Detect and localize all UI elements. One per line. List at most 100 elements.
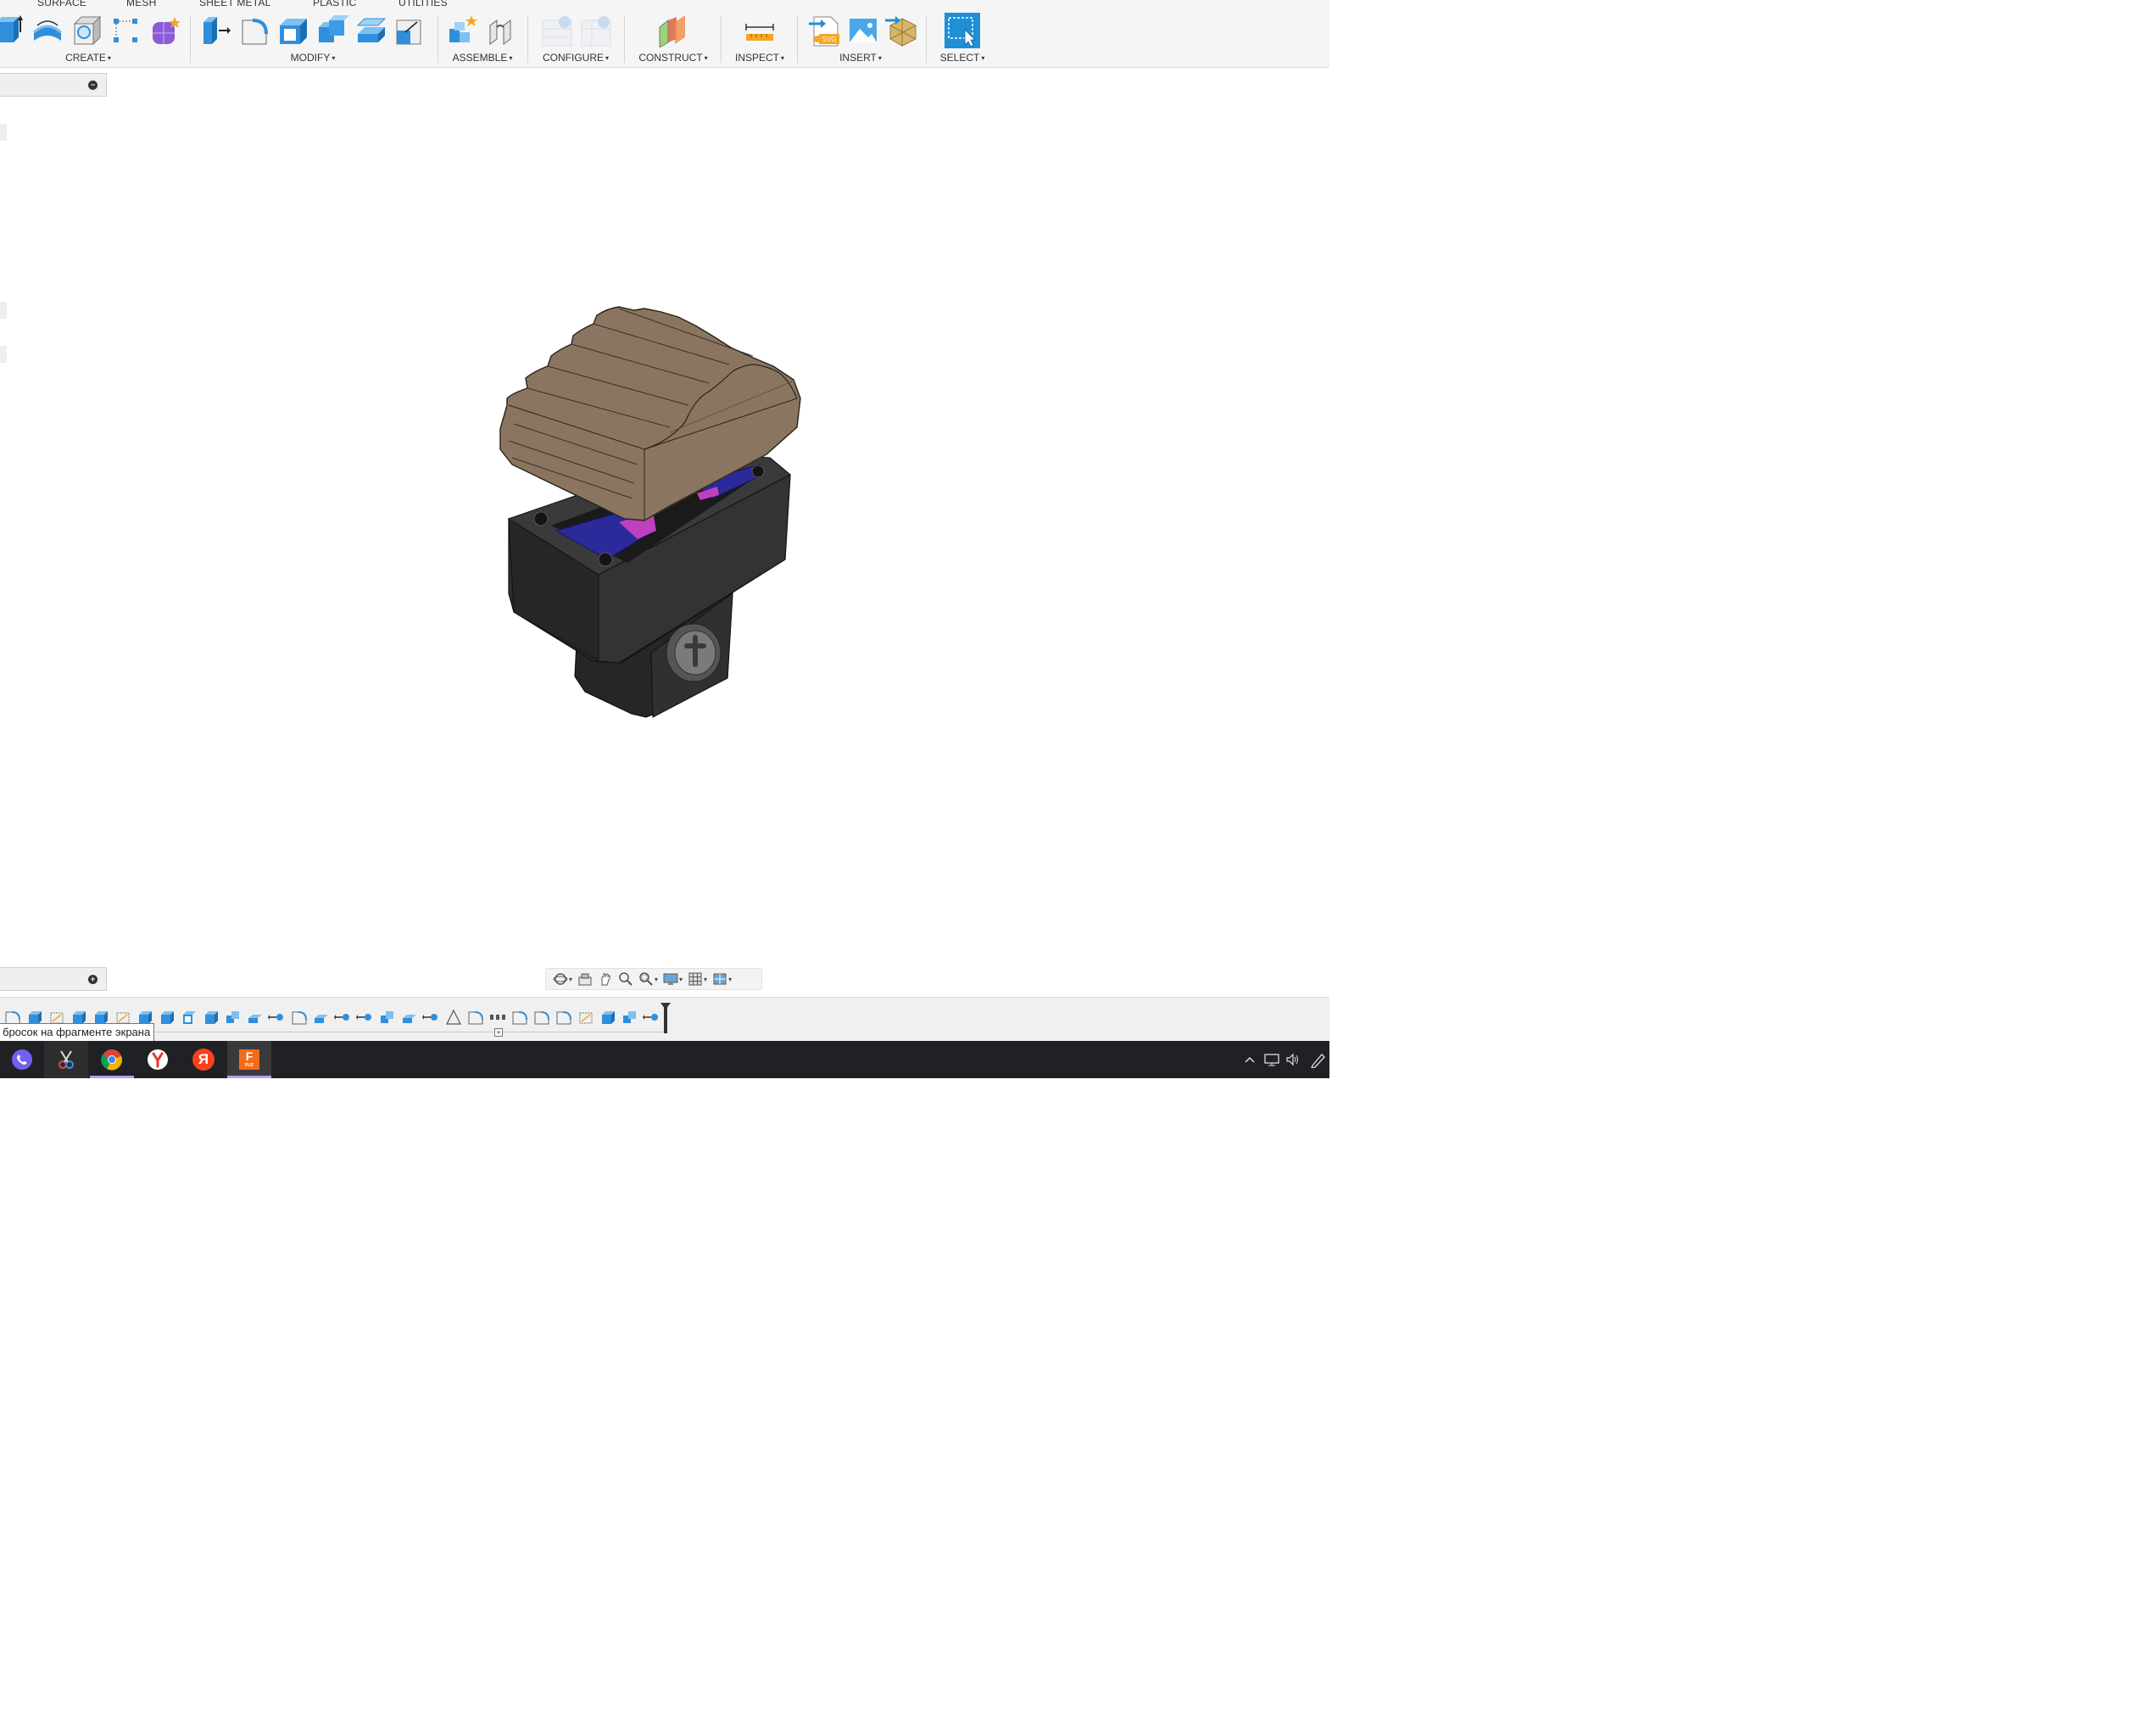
sketch-pattern-icon[interactable] — [109, 14, 142, 47]
configure-table-icon[interactable] — [541, 14, 575, 47]
combine-icon[interactable] — [315, 14, 349, 47]
joint-icon[interactable] — [485, 14, 519, 47]
timeline-combine-icon[interactable] — [621, 1008, 639, 1027]
select-menu[interactable]: SELECT ▾ — [934, 52, 990, 64]
measure-icon[interactable] — [743, 14, 777, 47]
active-app-underline — [90, 1076, 134, 1078]
tab-plastic[interactable]: PLASTIC — [313, 0, 356, 8]
inspect-menu[interactable]: INSPECT ▾ — [727, 52, 792, 64]
look-at-icon[interactable] — [576, 970, 594, 988]
revolve-icon[interactable] — [31, 14, 64, 47]
insert-mesh-icon[interactable] — [885, 14, 919, 47]
toolbar-divider — [797, 15, 798, 63]
timeline-pattern-icon[interactable] — [488, 1008, 507, 1027]
offset-plane-icon[interactable] — [656, 14, 690, 47]
toolbar-divider — [527, 15, 528, 63]
grid-settings-icon[interactable]: ▾ — [686, 970, 709, 988]
timeline-combine-icon[interactable] — [378, 1008, 397, 1027]
pan-icon[interactable] — [596, 970, 615, 988]
viber-icon[interactable] — [0, 1041, 44, 1078]
press-pull-icon[interactable] — [198, 14, 232, 47]
offset-face-icon[interactable] — [354, 14, 388, 47]
yandex-icon[interactable]: Я — [181, 1041, 226, 1078]
fillet-icon[interactable] — [237, 14, 271, 47]
yandex-browser-icon[interactable] — [136, 1041, 180, 1078]
tab-mesh[interactable]: MESH — [126, 0, 156, 8]
3d-viewport[interactable] — [0, 70, 1329, 993]
select-window-icon[interactable] — [945, 13, 980, 48]
configure-rule-icon[interactable] — [580, 14, 614, 47]
configure-group: CONFIGURE ▾ — [536, 12, 616, 66]
expand-panel-button[interactable]: + — [88, 975, 98, 984]
tray-overflow-icon[interactable] — [1243, 1051, 1257, 1068]
display-settings-icon[interactable]: ▾ — [661, 970, 684, 988]
timeline-marker[interactable] — [660, 1003, 671, 1033]
timeline-combine-icon[interactable] — [224, 1008, 242, 1027]
timeline-fillet-icon[interactable] — [555, 1008, 573, 1027]
timeline-fillet-icon[interactable] — [510, 1008, 529, 1027]
orbit-icon[interactable]: ▾ — [551, 970, 574, 988]
timeline-offset-icon[interactable] — [400, 1008, 419, 1027]
pen-icon[interactable] — [1309, 1051, 1328, 1068]
timeline-move-icon[interactable] — [268, 1008, 287, 1027]
timeline-move-icon[interactable] — [334, 1008, 353, 1027]
modify-menu[interactable]: MODIFY ▾ — [198, 52, 427, 64]
ribbon-toolbar: SURFACE MESH SHEET METAL PLASTIC UTILITI… — [0, 0, 1329, 68]
timeline-fillet-icon[interactable] — [466, 1008, 485, 1027]
timeline-draft-icon[interactable] — [444, 1008, 463, 1027]
timeline-offset-icon[interactable] — [246, 1008, 265, 1027]
tab-sheet-metal[interactable]: SHEET METAL — [199, 0, 270, 8]
assemble-group: ASSEMBLE ▾ — [444, 12, 521, 66]
insert-image-icon[interactable] — [846, 14, 880, 47]
create-menu[interactable]: CREATE ▾ — [0, 52, 185, 64]
toolbar-divider — [437, 15, 438, 63]
toolbar-divider — [926, 15, 927, 63]
timeline-shell-icon[interactable] — [180, 1008, 198, 1027]
timeline-move-icon[interactable] — [356, 1008, 375, 1027]
comments-panel-header[interactable]: + — [0, 967, 107, 991]
tab-utilities[interactable]: UTILITIES — [398, 0, 448, 8]
shell-icon[interactable] — [276, 14, 310, 47]
chrome-icon[interactable] — [90, 1041, 134, 1078]
fusion-360-icon[interactable]: F FUS — [227, 1041, 271, 1078]
insert-svg-icon[interactable]: SVG — [807, 14, 841, 47]
navigation-bar: ▾ ▾ ▾ ▾ ▾ — [545, 968, 762, 990]
zoom-icon[interactable] — [616, 970, 635, 988]
create-group: CREATE ▾ — [0, 12, 185, 66]
viewports-icon[interactable]: ▾ — [711, 970, 733, 988]
new-component-icon[interactable] — [446, 14, 480, 47]
toolbar-divider — [190, 15, 191, 63]
timeline-extrude-icon[interactable] — [202, 1008, 220, 1027]
fit-icon[interactable]: ▾ — [637, 970, 660, 988]
form-icon[interactable] — [148, 14, 181, 47]
insert-menu[interactable]: INSERT ▾ — [805, 52, 916, 64]
timeline-extrude-icon[interactable] — [158, 1008, 176, 1027]
timeline-fillet-icon[interactable] — [532, 1008, 551, 1027]
toolbar-divider — [721, 15, 722, 63]
timeline-move-icon[interactable] — [643, 1008, 661, 1027]
volume-icon[interactable] — [1285, 1051, 1301, 1068]
timeline-sketch-icon[interactable] — [577, 1008, 595, 1027]
timeline-offset-icon[interactable] — [312, 1008, 331, 1027]
scale-icon[interactable] — [393, 14, 427, 47]
hole-icon[interactable] — [70, 14, 103, 47]
timeline-extrude-icon[interactable] — [599, 1008, 617, 1027]
insert-group: SVG INSERT ▾ — [805, 12, 917, 66]
configure-menu[interactable]: CONFIGURE ▾ — [536, 52, 616, 64]
timeline-move-icon[interactable] — [422, 1008, 441, 1027]
snipping-tool-icon[interactable] — [44, 1041, 88, 1078]
extrude-icon[interactable] — [0, 14, 25, 47]
tooltip: бросок на фрагменте экрана — [0, 1023, 155, 1042]
construct-menu[interactable]: CONSTRUCT ▾ — [633, 52, 714, 64]
svg-text:SVG: SVG — [822, 36, 837, 43]
design-timeline: + — [0, 997, 1329, 1041]
timeline-fillet-icon[interactable] — [290, 1008, 309, 1027]
network-icon[interactable] — [1263, 1051, 1280, 1068]
active-app-underline — [227, 1076, 271, 1078]
timeline-add-button[interactable]: + — [494, 1028, 503, 1037]
tab-surface[interactable]: SURFACE — [37, 0, 86, 8]
windows-taskbar: Я F FUS — [0, 1041, 1329, 1078]
toolbar-divider — [624, 15, 625, 63]
select-group: SELECT ▾ — [934, 12, 990, 66]
assemble-menu[interactable]: ASSEMBLE ▾ — [444, 52, 521, 64]
